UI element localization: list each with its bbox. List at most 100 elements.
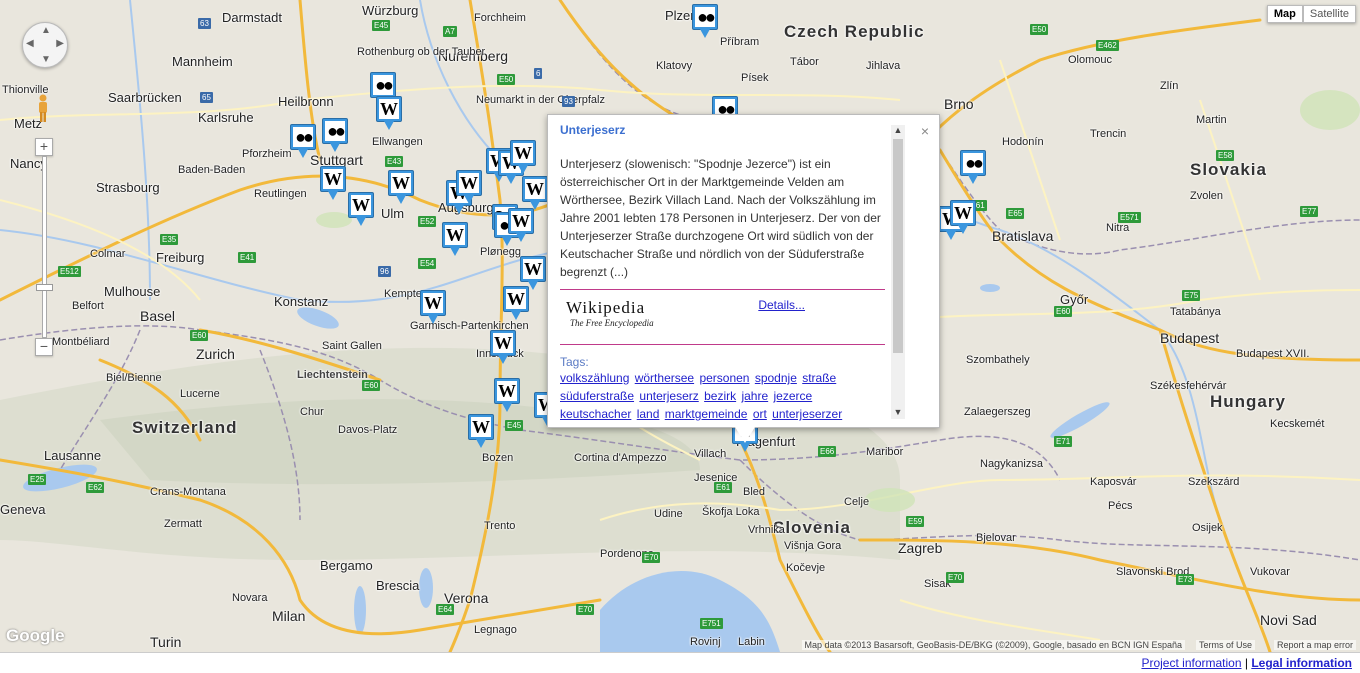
city-label: Legnago bbox=[474, 624, 517, 636]
film-marker-icon[interactable]: ●● bbox=[692, 4, 718, 38]
city-label: Tatabánya bbox=[1170, 306, 1221, 318]
zoom-slider[interactable] bbox=[36, 156, 53, 338]
city-label: Labin bbox=[738, 636, 765, 648]
info-window-scrollbar[interactable]: ▲ ▼ bbox=[891, 125, 905, 419]
road-shield: E512 bbox=[58, 266, 81, 277]
pan-right-icon[interactable]: ▶ bbox=[56, 38, 64, 49]
wikipedia-marker-icon[interactable]: W bbox=[468, 414, 494, 448]
pan-control[interactable]: ▲ ▼ ◀ ▶ bbox=[22, 22, 68, 68]
map-type-satellite-button[interactable]: Satellite bbox=[1302, 5, 1356, 23]
terms-link[interactable]: Terms of Use bbox=[1195, 640, 1255, 650]
city-label: Győr bbox=[1060, 292, 1089, 307]
wikipedia-marker-icon[interactable]: W bbox=[508, 208, 534, 242]
city-label: Bled bbox=[743, 486, 766, 498]
scroll-thumb[interactable] bbox=[893, 139, 903, 353]
city-label: Bjelovar bbox=[976, 532, 1016, 544]
details-link[interactable]: Details... bbox=[758, 298, 805, 312]
wikipedia-marker-icon[interactable]: W bbox=[520, 256, 546, 290]
tag-link[interactable]: unterjeserzer bbox=[772, 407, 842, 421]
tag-link[interactable]: volkszählung bbox=[560, 371, 629, 385]
tag-link[interactable]: jahre bbox=[741, 389, 768, 403]
close-icon[interactable]: × bbox=[921, 123, 929, 139]
road-shield: E751 bbox=[700, 618, 723, 629]
wikipedia-marker-icon[interactable]: W bbox=[420, 290, 446, 324]
city-label: Plønegg bbox=[480, 246, 521, 258]
city-label: Zvolen bbox=[1190, 190, 1224, 202]
zoom-in-button[interactable]: + bbox=[35, 138, 53, 156]
pan-left-icon[interactable]: ◀ bbox=[26, 38, 34, 49]
wikipedia-marker-icon[interactable]: W bbox=[456, 170, 482, 204]
tag-link[interactable]: wörthersee bbox=[635, 371, 694, 385]
scroll-down-icon[interactable]: ▼ bbox=[891, 407, 905, 419]
wikipedia-marker-icon[interactable]: W bbox=[522, 176, 548, 210]
footer-separator: | bbox=[1244, 656, 1248, 670]
tag-link[interactable]: jezerce bbox=[774, 389, 813, 403]
city-label: Klatovy bbox=[656, 60, 693, 72]
city-label: Darmstadt bbox=[222, 10, 282, 25]
tag-link[interactable]: süduferstraße bbox=[560, 389, 634, 403]
tag-link[interactable]: land bbox=[637, 407, 660, 421]
city-label: Saint Gallen bbox=[322, 340, 382, 352]
region-label: Liechtenstein bbox=[297, 369, 368, 381]
wikipedia-marker-icon[interactable]: W bbox=[494, 378, 520, 412]
city-label: Villach bbox=[694, 448, 727, 460]
wikipedia-marker-icon[interactable]: W bbox=[950, 200, 976, 234]
pan-up-icon[interactable]: ▲ bbox=[41, 25, 51, 36]
road-shield: E52 bbox=[418, 216, 437, 227]
tag-link[interactable]: straße bbox=[802, 371, 836, 385]
city-label: Colmar bbox=[90, 248, 126, 260]
tag-link[interactable]: keutschacher bbox=[560, 407, 631, 421]
film-marker-icon[interactable]: ●● bbox=[960, 150, 986, 184]
scroll-up-icon[interactable]: ▲ bbox=[891, 125, 905, 137]
road-shield: E45 bbox=[505, 420, 524, 431]
city-label: Škofja Loka bbox=[702, 506, 760, 518]
city-label: Zermatt bbox=[164, 518, 202, 530]
film-marker-icon[interactable]: ●● bbox=[290, 124, 316, 158]
city-label: Bratislava bbox=[992, 228, 1054, 244]
wikipedia-marker-icon[interactable]: W bbox=[388, 170, 414, 204]
zoom-slider-thumb[interactable] bbox=[36, 284, 53, 291]
tag-link[interactable]: unterjeserz bbox=[639, 389, 698, 403]
road-shield: E58 bbox=[1216, 150, 1235, 161]
map-type-map-button[interactable]: Map bbox=[1266, 5, 1303, 23]
city-label: Rovinj bbox=[690, 636, 721, 648]
info-window-content: Unterjeserz Unterjeserz (slowenisch: "Sp… bbox=[560, 123, 885, 423]
country-label: Czech Republic bbox=[784, 22, 925, 41]
city-label: Trento bbox=[484, 520, 516, 532]
project-info-link[interactable]: Project information bbox=[1141, 656, 1241, 670]
film-marker-icon[interactable]: ●● bbox=[322, 118, 348, 152]
wikipedia-logo: Wikipedia The Free Encyclopedia bbox=[566, 298, 654, 328]
wikipedia-marker-icon[interactable]: W bbox=[442, 222, 468, 256]
city-label: Novara bbox=[232, 592, 268, 604]
zoom-out-button[interactable]: − bbox=[35, 338, 53, 356]
road-shield: E60 bbox=[362, 380, 381, 391]
road-shield: E54 bbox=[418, 258, 437, 269]
tag-link[interactable]: bezirk bbox=[704, 389, 736, 403]
wikipedia-marker-icon[interactable]: W bbox=[503, 286, 529, 320]
wikipedia-marker-icon[interactable]: W bbox=[490, 330, 516, 364]
city-label: Bergamo bbox=[320, 558, 373, 573]
tag-link[interactable]: personen bbox=[699, 371, 749, 385]
city-label: Brescia bbox=[376, 578, 420, 593]
pan-down-icon[interactable]: ▼ bbox=[41, 54, 51, 65]
tag-link[interactable]: spodnje bbox=[755, 371, 797, 385]
map-canvas[interactable]: Czech Republic Slovakia Switzerland Hungary… bbox=[0, 0, 1360, 652]
map-type-control: Map Satellite bbox=[1266, 5, 1356, 23]
wikipedia-marker-icon[interactable]: W bbox=[348, 192, 374, 226]
wikipedia-marker-icon[interactable]: W bbox=[376, 96, 402, 130]
road-shield: E66 bbox=[818, 446, 837, 457]
city-label: Bozen bbox=[482, 452, 514, 464]
city-label: Forchheim bbox=[474, 12, 526, 24]
wikipedia-marker-icon[interactable]: W bbox=[510, 140, 536, 174]
city-label: Nagykanizsa bbox=[980, 458, 1043, 470]
tag-link[interactable]: marktgemeinde bbox=[665, 407, 748, 421]
google-logo[interactable]: Google bbox=[6, 626, 65, 646]
city-label: Ulm bbox=[381, 206, 405, 221]
tag-link[interactable]: ort bbox=[753, 407, 767, 421]
report-error-link[interactable]: Report a map error bbox=[1273, 640, 1356, 650]
pegman-icon[interactable] bbox=[36, 94, 50, 124]
divider bbox=[560, 344, 885, 345]
legal-info-link[interactable]: Legal information bbox=[1251, 656, 1352, 670]
wikipedia-marker-icon[interactable]: W bbox=[320, 166, 346, 200]
city-label: Kecskemét bbox=[1270, 418, 1325, 430]
